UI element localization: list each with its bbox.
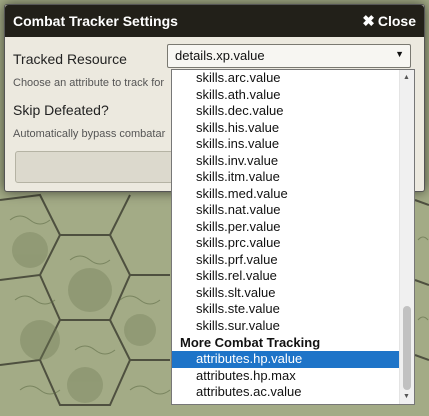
dropdown-option[interactable]: skills.prf.value	[172, 252, 400, 269]
caret-down-icon: ▼	[395, 49, 404, 59]
dialog-header: Combat Tracker Settings ✖ Close	[5, 5, 424, 37]
skip-defeated-label: Skip Defeated?	[13, 102, 109, 118]
optgroup-label: More Combat Tracking	[180, 335, 321, 350]
dropdown-option[interactable]: skills.ins.value	[172, 136, 400, 153]
scroll-up-arrow-icon[interactable]: ▲	[403, 74, 410, 81]
scroll-down-arrow-icon[interactable]: ▼	[403, 393, 410, 400]
close-label: Close	[377, 13, 416, 29]
close-button[interactable]: ✖ Close	[362, 12, 416, 30]
dropdown-option[interactable]: skills.med.value	[172, 186, 400, 203]
dropdown-option[interactable]: skills.ste.value	[172, 301, 400, 318]
selected-value: details.xp.value	[175, 48, 265, 63]
dropdown-option[interactable]: attributes.ac.value	[172, 384, 400, 401]
dropdown-scrollbar[interactable]: ▲ ▼	[399, 70, 414, 404]
dropdown-option[interactable]: skills.arc.value	[172, 70, 400, 87]
dropdown-option[interactable]: attributes.hp.max	[172, 368, 400, 385]
dropdown-option[interactable]: skills.ath.value	[172, 87, 400, 104]
dialog-title: Combat Tracker Settings	[13, 13, 178, 29]
dropdown-option[interactable]: skills.itm.value	[172, 169, 400, 186]
dropdown-option[interactable]: skills.his.value	[172, 120, 400, 137]
dropdown-option[interactable]: skills.dec.value	[172, 103, 400, 120]
dropdown-option[interactable]: skills.slt.value	[172, 285, 400, 302]
dropdown-option[interactable]: skills.sur.value	[172, 318, 400, 335]
dropdown-option[interactable]: skills.nat.value	[172, 202, 400, 219]
dropdown-option[interactable]: skills.per.value	[172, 219, 400, 236]
dropdown-option[interactable]: skills.rel.value	[172, 268, 400, 285]
scrollbar-thumb[interactable]	[403, 306, 411, 390]
dropdown-option[interactable]: skills.prc.value	[172, 235, 400, 252]
tracked-resource-select[interactable]: details.xp.value ▼	[167, 44, 411, 68]
dropdown-option[interactable]: skills.inv.value	[172, 153, 400, 170]
tracked-resource-hint: Choose an attribute to track for	[13, 77, 165, 89]
close-x-icon: ✖	[362, 13, 375, 30]
dropdown-option[interactable]: attributes.hp.value	[172, 351, 400, 368]
tracked-resource-label: Tracked Resource	[13, 51, 127, 67]
tracked-resource-dropdown[interactable]: skills.arc.value skills.ath.value skills.d…	[171, 69, 415, 405]
option-list: skills.arc.value skills.ath.value skills.d…	[172, 70, 400, 401]
skip-defeated-hint: Automatically bypass combatar	[13, 128, 166, 140]
